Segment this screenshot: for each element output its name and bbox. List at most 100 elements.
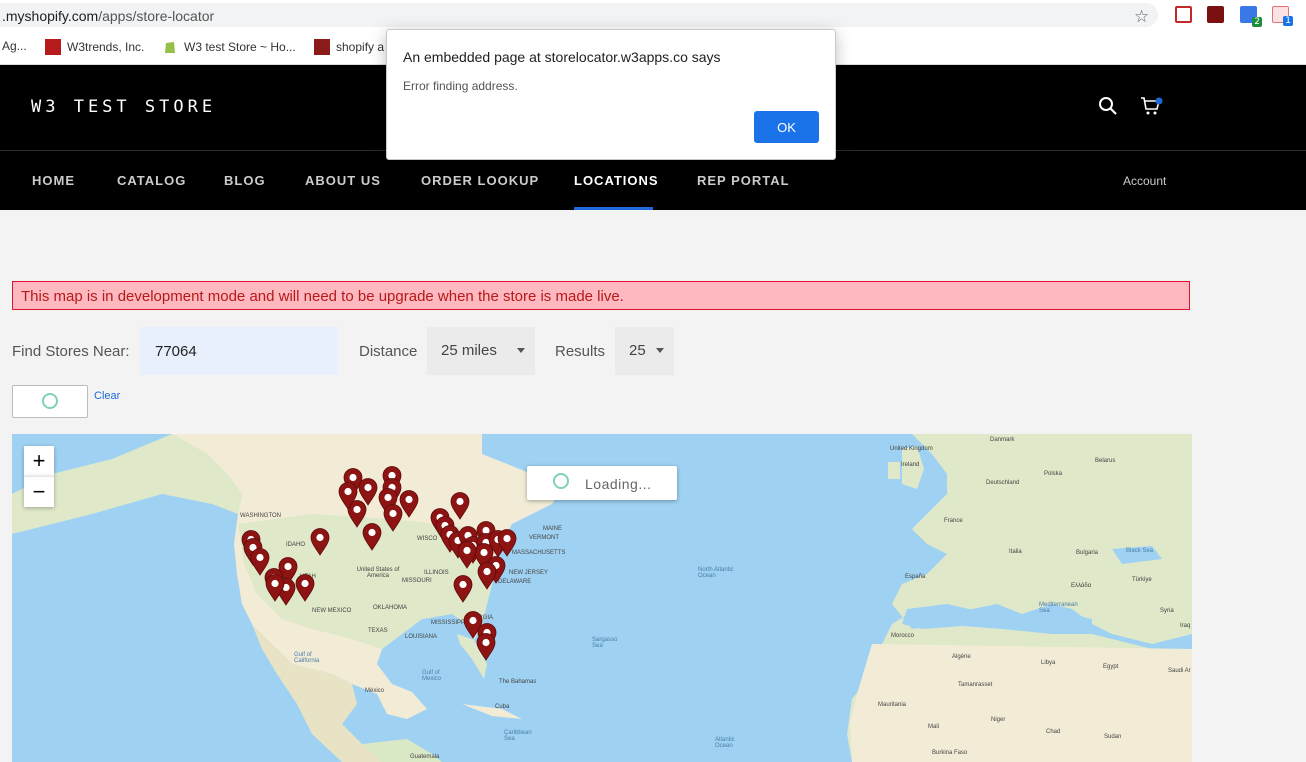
map-label: Gulf of California [294, 652, 320, 664]
map-label: TEXAS [368, 628, 388, 634]
store-marker-pin-icon[interactable] [453, 575, 473, 603]
nav-order-lookup[interactable]: ORDER LOOKUP [421, 173, 539, 188]
map-label: Belarus [1095, 458, 1116, 464]
map-label: Ireland [901, 462, 920, 468]
dev-mode-banner: This map is in development mode and will… [12, 281, 1190, 310]
map-label: United States of America [356, 567, 400, 579]
results-value: 25 [629, 342, 646, 359]
map-label: France [944, 518, 963, 524]
map-label: VERMONT [529, 535, 559, 541]
bookmark-item[interactable]: Ag... [2, 39, 27, 53]
bookmark-item[interactable]: shopify a [314, 39, 384, 55]
store-map[interactable]: WASHINGTON IDAHO UTAH NEW MEXICO TEXAS O… [12, 434, 1192, 762]
puzzle-extension-icon[interactable]: 1 [1272, 6, 1293, 26]
code-extension-icon[interactable]: 2 [1240, 6, 1262, 27]
map-label: Syria [1160, 608, 1174, 614]
nav-about-us[interactable]: ABOUT US [305, 173, 381, 188]
store-marker-pin-icon[interactable] [457, 541, 477, 569]
map-label: Mediterranean Sea [1039, 602, 1078, 614]
map-label: Danmark [990, 437, 1015, 443]
bookmark-label: shopify a [336, 40, 385, 54]
shield-extension-icon[interactable] [1175, 6, 1192, 23]
map-label: Niger [991, 717, 1006, 723]
map-label: Sargasso Sea [592, 637, 618, 649]
map-label: Mauritania [878, 702, 907, 708]
browser-toolbar: .myshopify.com/apps/store-locator ☆ 2 1 [0, 0, 1306, 30]
store-marker-pin-icon[interactable] [295, 574, 315, 602]
bookmark-star-icon[interactable]: ☆ [1134, 7, 1149, 27]
zoom-in-button[interactable]: + [24, 446, 54, 476]
cart-icon[interactable] [1140, 96, 1164, 116]
search-button[interactable] [12, 385, 88, 418]
store-marker-pin-icon[interactable] [477, 562, 497, 590]
zoom-out-button[interactable]: − [24, 476, 54, 507]
clear-link[interactable]: Clear [94, 390, 120, 402]
url-path: /apps/store-locator [98, 8, 215, 24]
map-label: Tamanrasset [958, 682, 993, 688]
nav-home[interactable]: HOME [32, 173, 75, 188]
bookmark-item[interactable]: W3trends, Inc. [45, 39, 144, 55]
account-link[interactable]: Account [1123, 174, 1166, 188]
results-label: Results [555, 343, 606, 360]
map-label: The Bahamas [499, 679, 537, 685]
map-label: MISSISSIPPI [431, 620, 467, 626]
distance-label: Distance [359, 343, 418, 360]
store-marker-pin-icon[interactable] [310, 528, 330, 556]
store-marker-pin-icon[interactable] [383, 504, 403, 532]
map-label: Gulf of Mexico [422, 670, 442, 682]
map-label: España [905, 574, 926, 580]
nav-blog[interactable]: BLOG [224, 173, 266, 188]
map-label: Italia [1009, 549, 1022, 555]
pdf-extension-icon[interactable] [1207, 6, 1224, 23]
map-label: Burkina Faso [932, 750, 968, 756]
bookmark-label: Ag... [2, 39, 27, 53]
map-label: Morocco [891, 633, 915, 639]
bookmark-label: W3trends, Inc. [67, 40, 145, 54]
dialog-title: An embedded page at storelocator.w3apps.… [403, 49, 721, 65]
map-label: NEW MEXICO [312, 608, 352, 614]
store-marker-pin-icon[interactable] [362, 523, 382, 551]
map-label: Black Sea [1126, 548, 1154, 554]
url-text: .myshopify.com/apps/store-locator [2, 8, 214, 24]
store-marker-pin-icon[interactable] [265, 574, 285, 602]
active-nav-indicator [574, 207, 653, 210]
map-label: México [365, 688, 385, 694]
nav-locations[interactable]: LOCATIONS [574, 173, 659, 188]
map-label: Polska [1044, 471, 1063, 477]
chevron-down-icon [517, 348, 525, 353]
map-label: Ελλάδα [1071, 583, 1092, 589]
map-label: Saudi Ar [1168, 668, 1191, 674]
store-logo[interactable]: W3 TEST STORE [31, 97, 216, 117]
map-label: Sudan [1104, 734, 1122, 740]
store-marker-pin-icon[interactable] [476, 633, 496, 661]
map-label: IDAHO [286, 542, 306, 548]
nav-rep-portal[interactable]: REP PORTAL [697, 173, 790, 188]
loading-spinner-icon [42, 393, 58, 409]
w3-favicon-icon [314, 39, 330, 55]
w3-favicon-icon [45, 39, 61, 55]
bookmark-item[interactable]: W3 test Store ~ Ho... [162, 39, 296, 55]
loading-spinner-icon [553, 473, 569, 489]
results-select[interactable]: 25 [615, 327, 674, 375]
shopify-favicon-icon [165, 42, 175, 53]
map-label: WASHINGTON [240, 513, 282, 519]
chevron-down-icon [656, 348, 664, 353]
map-label: OKLAHOMA [373, 605, 408, 611]
map-label: NEW JERSEY [509, 570, 549, 576]
store-marker-pin-icon[interactable] [338, 482, 358, 510]
alert-dialog: An embedded page at storelocator.w3apps.… [386, 29, 836, 160]
map-label: Libya [1041, 660, 1056, 666]
map-label: Cuba [495, 704, 510, 710]
address-bar[interactable]: .myshopify.com/apps/store-locator ☆ [0, 3, 1158, 27]
map-label: Bulgaria [1076, 550, 1099, 556]
zip-input[interactable] [140, 327, 338, 375]
distance-select[interactable]: 25 miles [427, 327, 535, 375]
store-marker-pin-icon[interactable] [497, 529, 517, 557]
nav-catalog[interactable]: CATALOG [117, 173, 186, 188]
search-icon[interactable] [1098, 96, 1118, 116]
map-label: Deutschland [986, 480, 1020, 486]
map-label: MAINE [543, 526, 563, 532]
ok-button[interactable]: OK [754, 111, 819, 143]
map-label: Iraq [1180, 623, 1191, 629]
map-label: United Kingdom [890, 446, 933, 452]
